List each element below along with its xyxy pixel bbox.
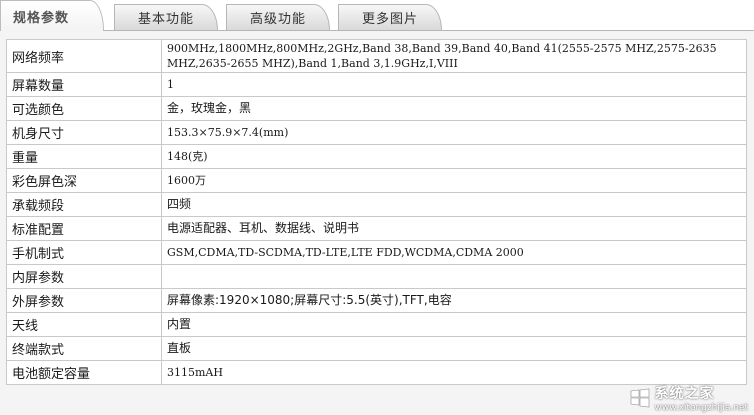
spec-value-bands: 四频 xyxy=(161,192,747,217)
tab-label: 基本功能 xyxy=(137,12,194,27)
table-row: 终端款式 直板 xyxy=(6,336,747,361)
table-row: 机身尺寸 153.3×75.9×7.4(mm) xyxy=(6,120,747,145)
spec-label-form-factor: 终端款式 xyxy=(6,336,162,361)
spec-label-inner-screen: 内屏参数 xyxy=(6,264,162,289)
spec-label-outer-screen: 外屏参数 xyxy=(6,288,162,313)
spec-value-outer-screen: 屏幕像素:1920×1080;屏幕尺寸:5.5(英寸),TFT,电容 xyxy=(161,288,747,313)
table-row: 标准配置 电源适配器、耳机、数据线、说明书 xyxy=(6,216,747,241)
table-row: 手机制式 GSM,CDMA,TD-SCDMA,TD-LTE,LTE FDD,WC… xyxy=(6,240,747,265)
spec-value-standard-accessories: 电源适配器、耳机、数据线、说明书 xyxy=(161,216,747,241)
tab-label: 规格参数 xyxy=(13,10,70,26)
tab-specs[interactable]: 规格参数 xyxy=(0,0,104,31)
spec-label-network-frequency: 网络频率 xyxy=(6,39,162,73)
spec-value-network-frequency: 900MHz,1800MHz,800MHz,2GHz,Band 38,Band … xyxy=(161,39,747,73)
spec-label-standard-accessories: 标准配置 xyxy=(6,216,162,241)
watermark-url: www.xitongzhijia.net xyxy=(654,403,748,413)
spec-label-weight: 重量 xyxy=(6,144,162,169)
spec-label-network-standard: 手机制式 xyxy=(6,240,162,265)
tab-bar: 规格参数 基本功能 高级功能 更多图片 xyxy=(0,0,754,31)
spec-value-colors: 金，玫瑰金，黑 xyxy=(161,96,747,121)
table-row: 天线 内置 xyxy=(6,312,747,337)
spec-label-antenna: 天线 xyxy=(6,312,162,337)
windows-logo-icon xyxy=(630,388,649,408)
spec-value-battery-capacity: 3115mAH xyxy=(161,360,747,385)
watermark-text: 系统之家 www.xitongzhijia.net xyxy=(655,383,748,413)
spec-label-bands: 承载频段 xyxy=(6,192,162,217)
spec-value-dimensions: 153.3×75.9×7.4(mm) xyxy=(161,120,747,145)
table-row: 外屏参数 屏幕像素:1920×1080;屏幕尺寸:5.5(英寸),TFT,电容 xyxy=(6,288,747,313)
spec-value-antenna: 内置 xyxy=(161,312,747,337)
watermark-title: 系统之家 xyxy=(654,386,715,402)
spec-value-network-standard: GSM,CDMA,TD-SCDMA,TD-LTE,LTE FDD,WCDMA,C… xyxy=(161,240,747,265)
watermark: 系统之家 www.xitongzhijia.net xyxy=(629,383,748,413)
spec-panel: 网络频率 900MHz,1800MHz,800MHz,2GHz,Band 38,… xyxy=(0,31,754,415)
tab-more-pictures[interactable]: 更多图片 xyxy=(338,4,442,30)
tab-label: 更多图片 xyxy=(361,12,418,27)
spec-value-form-factor: 直板 xyxy=(161,336,747,361)
table-row: 网络频率 900MHz,1800MHz,800MHz,2GHz,Band 38,… xyxy=(6,39,747,73)
table-row: 可选颜色 金，玫瑰金，黑 xyxy=(6,96,747,121)
table-row: 彩色屏色深 1600万 xyxy=(6,168,747,193)
table-row: 重量 148(克) xyxy=(6,144,747,169)
tab-basic-functions[interactable]: 基本功能 xyxy=(114,4,218,30)
tab-advanced-functions[interactable]: 高级功能 xyxy=(226,4,330,30)
spec-label-dimensions: 机身尺寸 xyxy=(6,120,162,145)
table-row: 承载频段 四频 xyxy=(6,192,747,217)
spec-value-weight: 148(克) xyxy=(161,144,747,169)
spec-value-color-depth: 1600万 xyxy=(161,168,747,193)
tab-divider xyxy=(0,30,754,31)
spec-label-color-depth: 彩色屏色深 xyxy=(6,168,162,193)
tab-label: 高级功能 xyxy=(249,12,306,27)
table-row: 屏幕数量 1 xyxy=(6,72,747,97)
spec-label-screen-count: 屏幕数量 xyxy=(6,72,162,97)
spec-label-battery-capacity: 电池额定容量 xyxy=(6,360,162,385)
spec-label-colors: 可选颜色 xyxy=(6,96,162,121)
spec-value-screen-count: 1 xyxy=(161,72,747,97)
spec-table: 网络频率 900MHz,1800MHz,800MHz,2GHz,Band 38,… xyxy=(6,39,747,385)
table-row: 电池额定容量 3115mAH xyxy=(6,360,747,385)
table-row: 内屏参数 xyxy=(6,264,747,289)
spec-value-inner-screen xyxy=(161,264,747,289)
